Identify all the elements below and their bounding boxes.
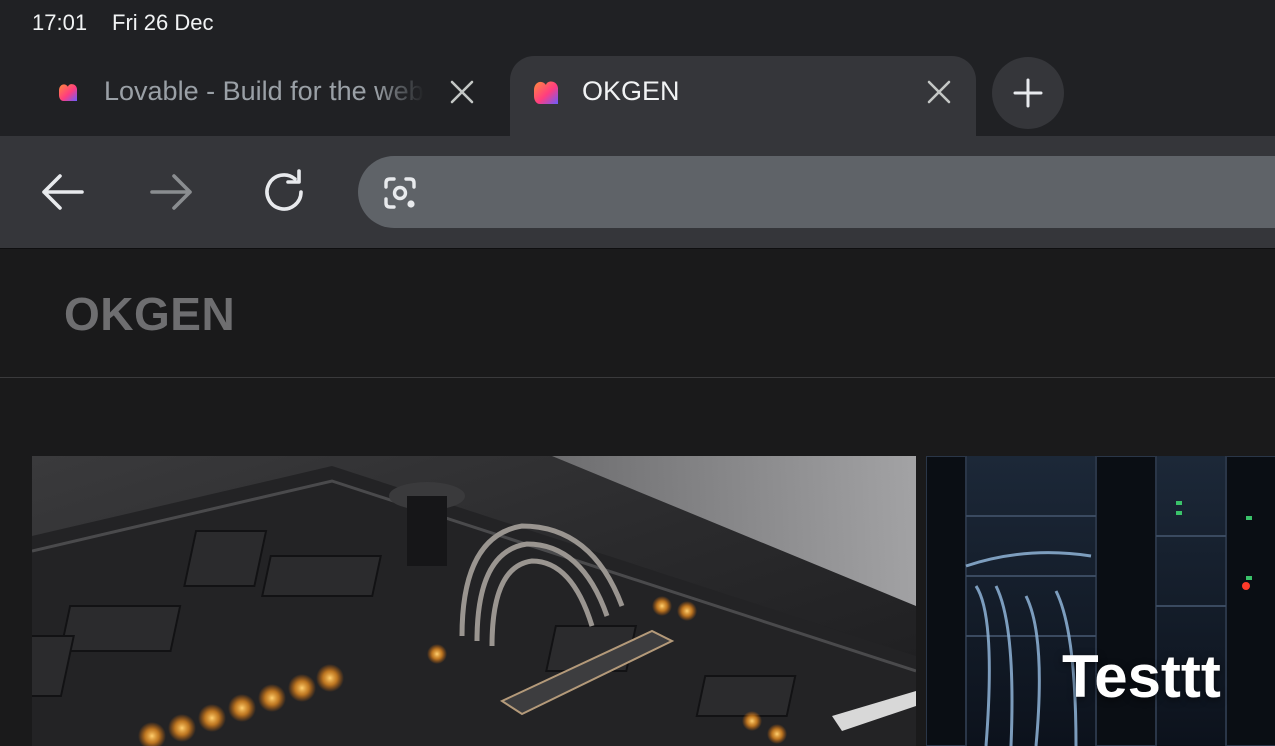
arrow-left-icon [42, 174, 84, 210]
product-card[interactable] [32, 456, 916, 746]
tab-title: OKGEN [582, 76, 680, 106]
card-title: Testtt [1062, 643, 1221, 710]
tab-strip: Lovable - Build for the web OKGEN [0, 50, 1275, 136]
status-date: Fri 26 Dec [112, 10, 214, 35]
site-logo[interactable]: OKGEN [64, 287, 235, 341]
close-icon [927, 80, 951, 104]
system-status-bar: 17:01 Fri 26 Dec [0, 0, 1275, 50]
google-lens-icon[interactable] [380, 173, 420, 213]
status-time: 17:01 [32, 10, 88, 35]
address-bar[interactable] [358, 156, 1275, 230]
plus-icon [1013, 78, 1043, 108]
close-tab-button[interactable] [919, 72, 959, 112]
reload-icon [265, 169, 303, 211]
reload-button[interactable] [254, 162, 314, 222]
new-tab-button[interactable] [992, 57, 1064, 129]
lovable-heart-icon [59, 84, 77, 101]
close-tab-button[interactable] [442, 72, 482, 112]
tab-lovable[interactable]: Lovable - Build for the web [0, 56, 510, 136]
browser-toolbar [0, 136, 1275, 249]
tab-okgen[interactable]: OKGEN [510, 56, 976, 136]
forward-button[interactable] [142, 162, 202, 222]
close-icon [450, 80, 474, 104]
lovable-heart-icon [534, 81, 558, 104]
site-header: OKGEN [0, 249, 1275, 378]
url-input[interactable] [438, 156, 1275, 230]
arrow-right-icon [150, 174, 192, 210]
back-button[interactable] [32, 162, 92, 222]
product-card[interactable]: Testtt [926, 456, 1275, 746]
tab-title: Lovable - Build for the web [104, 76, 424, 106]
circuit-board-image [32, 456, 916, 746]
